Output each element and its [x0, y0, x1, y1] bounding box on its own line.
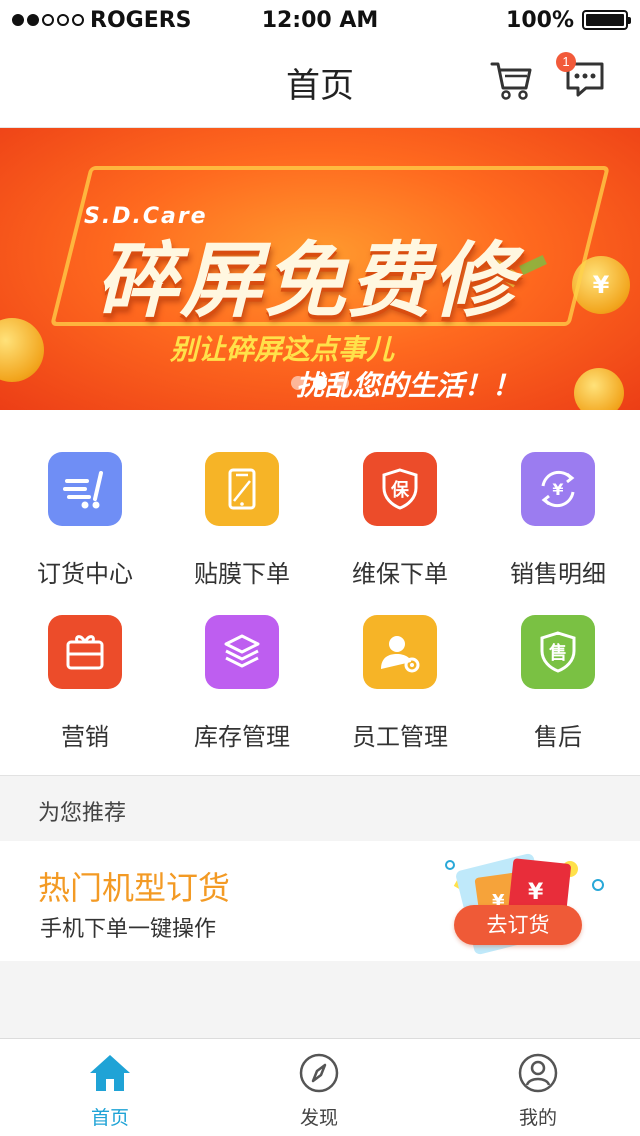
svg-text:保: 保 [390, 479, 410, 501]
tab-label: 我的 [518, 1107, 557, 1129]
svg-text:¥: ¥ [528, 880, 544, 905]
after-sale-shield-icon: 售 [521, 615, 595, 689]
grid-label: 员工管理 [352, 723, 448, 751]
recommend-title: 热门机型订货 [38, 869, 231, 907]
signal-strength-icon [12, 14, 84, 26]
grid-label: 库存管理 [194, 723, 290, 751]
grid-item-after-sale[interactable]: 售 售后 [478, 615, 638, 775]
layers-icon [205, 615, 279, 689]
page-title: 首页 [286, 66, 354, 106]
grid-label: 售后 [534, 723, 582, 751]
feature-grid: 订货中心 贴膜下单 保 维保下单 ¥ 销售明细 营销 库存管理 员工管理 售 售… [0, 410, 640, 776]
cart-icon[interactable] [486, 54, 536, 104]
battery-icon [582, 10, 631, 30]
grid-label: 营销 [61, 723, 109, 751]
carrier-name: ROGERS [90, 7, 192, 33]
warranty-shield-icon: 保 [363, 452, 437, 526]
signal-area: ROGERS [12, 8, 192, 33]
compass-icon [299, 1053, 339, 1093]
grid-item-sales-detail[interactable]: ¥ 销售明细 [478, 452, 638, 612]
grid-item-marketing[interactable]: 营销 [5, 615, 165, 775]
recommend-header: 为您推荐 [0, 777, 640, 841]
banner-headline: 碎屏免费修 [96, 234, 516, 329]
tab-discover[interactable]: 发现 [239, 1039, 399, 1136]
battery-area: 100% [506, 7, 631, 33]
pagination-dot[interactable] [313, 376, 327, 390]
go-order-button[interactable]: 去订货 [454, 905, 582, 945]
tab-label: 首页 [90, 1107, 129, 1129]
grid-item-film-order[interactable]: 贴膜下单 [162, 452, 322, 612]
pagination-dot[interactable] [335, 376, 349, 390]
nav-bar: 首页 1 [0, 40, 640, 128]
grid-label: 维保下单 [352, 560, 448, 588]
battery-percent: 100% [506, 7, 574, 33]
svg-text:售: 售 [549, 642, 567, 664]
recommend-card[interactable]: 热门机型订货 手机下单一键操作 ¥ ¥ 去订货 [0, 841, 640, 961]
tab-bar: 首页 发现 我的 [0, 1038, 640, 1136]
grid-item-inventory[interactable]: 库存管理 [162, 615, 322, 775]
tab-label: 发现 [299, 1107, 338, 1129]
status-bar: ROGERS 12:00 AM 100% [0, 0, 640, 40]
svg-text:¥: ¥ [552, 480, 563, 499]
grid-item-order-center[interactable]: 订货中心 [5, 452, 165, 612]
grid-label: 销售明细 [510, 560, 606, 588]
grid-item-staff[interactable]: 员工管理 [320, 615, 480, 775]
banner-pagination[interactable] [0, 376, 640, 390]
grid-label: 订货中心 [37, 560, 133, 588]
pagination-dot[interactable] [291, 376, 305, 390]
profile-icon [518, 1053, 558, 1093]
banner-slogan-line1: 别让碎屏这点事儿 [170, 333, 395, 366]
coin-decoration [0, 318, 44, 382]
grid-label: 贴膜下单 [194, 560, 290, 588]
gift-box-icon [48, 615, 122, 689]
tab-home[interactable]: 首页 [30, 1039, 190, 1136]
recommend-subtitle: 手机下单一键操作 [40, 917, 217, 942]
message-badge: 1 [556, 52, 576, 72]
promo-banner[interactable]: ¥ S.D.Care 碎屏免费修 别让碎屏这点事儿 扰乱您的生活！！ [0, 128, 640, 410]
yuan-cycle-icon: ¥ [521, 452, 595, 526]
tab-profile[interactable]: 我的 [458, 1039, 618, 1136]
home-icon [90, 1055, 130, 1091]
grid-item-warranty-order[interactable]: 保 维保下单 [320, 452, 480, 612]
staff-gear-icon [363, 615, 437, 689]
order-cart-icon [48, 452, 122, 526]
phone-film-icon [205, 452, 279, 526]
